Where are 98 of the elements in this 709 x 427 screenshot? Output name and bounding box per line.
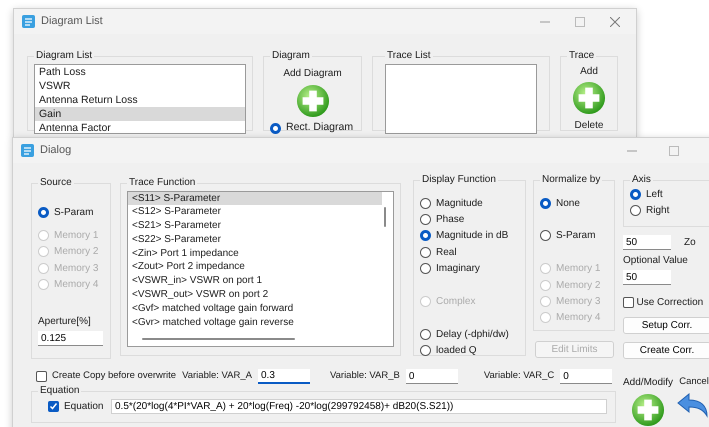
list-item[interactable]: <S12> S-Parameter	[128, 205, 382, 220]
radio-label: Magnitude in dB	[436, 229, 508, 244]
group-label: Axis	[631, 175, 652, 185]
group-label: Diagram	[271, 51, 311, 61]
checkbox[interactable]	[623, 297, 634, 308]
radio-label: Memory 1	[556, 262, 600, 276]
list-item[interactable]: <S11> S-Parameter	[128, 192, 382, 206]
radio-button[interactable]	[270, 122, 281, 134]
aperture-label: Aperture[%]	[38, 314, 92, 329]
radio-button[interactable]	[630, 205, 641, 216]
add-icon[interactable]	[296, 84, 330, 118]
list-item[interactable]: <Zin> Port 1 impedance	[128, 246, 382, 260]
radio-label: Memory 3	[556, 295, 600, 310]
variable-label: Variable: VAR_C	[484, 369, 554, 384]
group-label: Trace List	[386, 51, 432, 61]
variable-field[interactable]: 0.3	[258, 369, 310, 384]
zo-label: Zo	[684, 236, 696, 250]
app-icon	[21, 144, 34, 157]
list-item[interactable]: <S21> S-Parameter	[128, 219, 382, 233]
group-label: Source	[39, 178, 73, 188]
checkbox[interactable]	[36, 371, 47, 382]
checkbox-label: Equation	[64, 400, 104, 414]
radio-label: Imaginary	[436, 262, 480, 276]
radio-button[interactable]	[420, 198, 431, 209]
radio-label: None	[556, 196, 580, 211]
group-label: Trace Function	[128, 178, 196, 188]
cancel-label: Cancel	[679, 375, 709, 389]
add-label: Add	[580, 64, 598, 78]
list-item[interactable]: Antenna Factor	[35, 120, 245, 132]
radio-button[interactable]	[420, 230, 431, 242]
radio-button[interactable]	[420, 328, 431, 340]
radio-button[interactable]	[540, 198, 551, 209]
checkbox-label: Use Correction	[636, 296, 704, 310]
window-title: Diagram List	[41, 14, 103, 30]
radio-label: Memory 2	[556, 278, 600, 293]
group-label: Diagram List	[35, 51, 94, 61]
variable-field[interactable]: 0	[406, 369, 458, 384]
group-label: Equation	[39, 386, 80, 396]
checkbox[interactable]	[48, 401, 59, 412]
radio-label: Memory 4	[54, 278, 98, 292]
radio-label: Right	[646, 204, 670, 218]
vertical-scrollbar[interactable]	[384, 206, 386, 226]
radio-label: Delay (-dphi/dw)	[436, 328, 509, 342]
list-item[interactable]: VSWR	[35, 78, 245, 92]
radio-button[interactable]	[630, 188, 641, 200]
variable-label: Variable: VAR_A	[182, 369, 252, 384]
radio-label: Memory 2	[54, 245, 98, 260]
radio-button[interactable]	[420, 345, 431, 356]
horizontal-scrollbar[interactable]	[142, 338, 295, 340]
radio-button[interactable]	[420, 214, 431, 226]
list-item[interactable]: Antenna Return Loss	[35, 92, 245, 106]
app-icon	[22, 15, 35, 28]
equation-field[interactable]: 0.5*(20*log(4*PI*VAR_A) + 20*log(Freq) -20*log(299792458)+ dB20(S.S21))	[111, 399, 607, 414]
list-item[interactable]: <Zout> Port 2 impedance	[128, 260, 382, 274]
radio-label: Phase	[436, 213, 464, 228]
radio-label: S-Param	[556, 229, 596, 244]
trace-function-list[interactable]	[127, 190, 394, 346]
variable-label: Variable: VAR_B	[330, 369, 400, 384]
list-item[interactable]: Path Loss	[35, 64, 245, 78]
zo-field[interactable]: 50	[623, 235, 671, 250]
radio-label: Memory 4	[556, 311, 600, 326]
radio-button[interactable]	[420, 246, 431, 258]
radio-label: S-Param	[54, 206, 94, 220]
trace-list[interactable]	[385, 64, 537, 134]
list-item[interactable]: <Gvr> matched voltage gain reverse	[128, 316, 382, 330]
close-icon[interactable]	[610, 16, 620, 26]
delete-label: Delete	[574, 118, 604, 132]
radio-label: Memory 3	[54, 262, 98, 276]
radio-label: loaded Q	[436, 344, 477, 358]
radio-label: Complex	[436, 295, 476, 310]
add-icon[interactable]	[631, 393, 666, 427]
radio-label: Left	[646, 188, 663, 202]
list-item[interactable]: Gain	[35, 106, 245, 120]
radio-button[interactable]	[38, 206, 49, 218]
setup-corr-button[interactable]: Setup Corr.	[623, 317, 709, 334]
list-item[interactable]: <VSWR_out> VSWR on port 2	[128, 288, 382, 302]
optional-value-label: Optional Value	[623, 254, 689, 268]
checkbox-label: Create Copy before overwrite	[52, 369, 176, 384]
add-diagram-label: Add Diagram	[283, 67, 342, 81]
optional-value-field[interactable]: 50	[623, 270, 671, 285]
add-modify-label: Add/Modify	[623, 376, 674, 390]
window-title: Dialog	[40, 143, 72, 158]
list-item[interactable]: <VSWR_in> VSWR on port 1	[128, 274, 382, 288]
group-label: Trace	[568, 51, 596, 61]
add-icon[interactable]	[572, 81, 606, 115]
radio-label: Real	[436, 246, 457, 260]
create-corr-button[interactable]: Create Corr.	[623, 342, 709, 359]
aperture-field[interactable]: 0.125	[38, 331, 103, 346]
radio-label: Memory 1	[54, 229, 98, 244]
variable-field[interactable]: 0	[560, 369, 612, 384]
list-item[interactable]: <Gvf> matched voltage gain forward	[128, 302, 382, 316]
group-label: Normalize by	[541, 175, 602, 185]
group-label: Display Function	[421, 175, 497, 185]
list-item[interactable]: <S22> S-Parameter	[128, 232, 382, 247]
radio-label: Rect. Diagram	[286, 120, 354, 136]
radio-button[interactable]	[420, 263, 431, 274]
radio-label: Magnitude	[436, 196, 483, 211]
radio-button[interactable]	[540, 230, 551, 242]
